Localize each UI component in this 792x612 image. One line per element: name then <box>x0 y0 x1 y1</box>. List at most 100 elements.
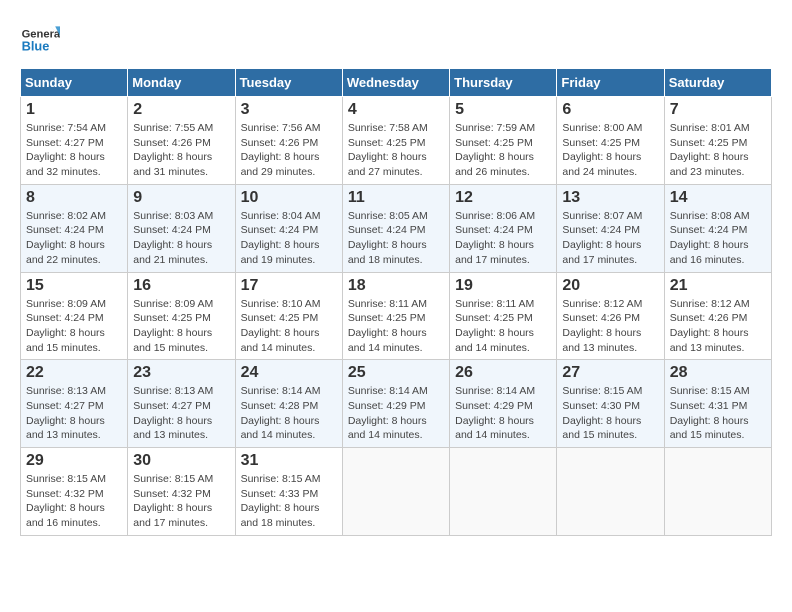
calendar-cell: 25 Sunrise: 8:14 AM Sunset: 4:29 PM Dayli… <box>342 360 449 448</box>
calendar-cell: 7 Sunrise: 8:01 AM Sunset: 4:25 PM Daylig… <box>664 97 771 185</box>
weekday-tuesday: Tuesday <box>235 69 342 97</box>
day-number: 25 <box>348 364 444 382</box>
calendar-body: 1 Sunrise: 7:54 AM Sunset: 4:27 PM Daylig… <box>21 97 772 536</box>
day-info: Sunrise: 8:01 AM Sunset: 4:25 PM Dayligh… <box>670 121 766 180</box>
day-info: Sunrise: 8:14 AM Sunset: 4:28 PM Dayligh… <box>241 384 337 443</box>
day-number: 4 <box>348 101 444 119</box>
weekday-friday: Friday <box>557 69 664 97</box>
day-info: Sunrise: 7:55 AM Sunset: 4:26 PM Dayligh… <box>133 121 229 180</box>
day-number: 11 <box>348 189 444 207</box>
day-info: Sunrise: 8:13 AM Sunset: 4:27 PM Dayligh… <box>26 384 122 443</box>
week-row-2: 15 Sunrise: 8:09 AM Sunset: 4:24 PM Dayli… <box>21 272 772 360</box>
day-info: Sunrise: 8:11 AM Sunset: 4:25 PM Dayligh… <box>455 297 551 356</box>
calendar-cell: 31 Sunrise: 8:15 AM Sunset: 4:33 PM Dayli… <box>235 448 342 536</box>
calendar-cell: 26 Sunrise: 8:14 AM Sunset: 4:29 PM Dayli… <box>450 360 557 448</box>
day-number: 12 <box>455 189 551 207</box>
calendar-cell: 22 Sunrise: 8:13 AM Sunset: 4:27 PM Dayli… <box>21 360 128 448</box>
svg-text:Blue: Blue <box>22 38 50 53</box>
day-info: Sunrise: 8:04 AM Sunset: 4:24 PM Dayligh… <box>241 209 337 268</box>
day-number: 9 <box>133 189 229 207</box>
day-number: 5 <box>455 101 551 119</box>
day-info: Sunrise: 8:14 AM Sunset: 4:29 PM Dayligh… <box>455 384 551 443</box>
day-info: Sunrise: 8:15 AM Sunset: 4:33 PM Dayligh… <box>241 472 337 531</box>
calendar-cell <box>342 448 449 536</box>
calendar-cell <box>557 448 664 536</box>
day-number: 16 <box>133 277 229 295</box>
day-info: Sunrise: 8:15 AM Sunset: 4:30 PM Dayligh… <box>562 384 658 443</box>
day-number: 28 <box>670 364 766 382</box>
calendar-cell: 12Sunrise: 8:06 AM Sunset: 4:24 PM Dayli… <box>450 184 557 272</box>
calendar-cell: 3Sunrise: 7:56 AM Sunset: 4:26 PM Daylig… <box>235 97 342 185</box>
calendar-cell: 17 Sunrise: 8:10 AM Sunset: 4:25 PM Dayli… <box>235 272 342 360</box>
weekday-sunday: Sunday <box>21 69 128 97</box>
calendar-cell: 30 Sunrise: 8:15 AM Sunset: 4:32 PM Dayli… <box>128 448 235 536</box>
day-number: 14 <box>670 189 766 207</box>
day-info: Sunrise: 8:10 AM Sunset: 4:25 PM Dayligh… <box>241 297 337 356</box>
week-row-3: 22 Sunrise: 8:13 AM Sunset: 4:27 PM Dayli… <box>21 360 772 448</box>
calendar-cell: 23Sunrise: 8:13 AM Sunset: 4:27 PM Dayli… <box>128 360 235 448</box>
day-number: 7 <box>670 101 766 119</box>
weekday-header-row: SundayMondayTuesdayWednesdayThursdayFrid… <box>21 69 772 97</box>
calendar-cell <box>664 448 771 536</box>
day-number: 10 <box>241 189 337 207</box>
day-number: 19 <box>455 277 551 295</box>
weekday-monday: Monday <box>128 69 235 97</box>
day-number: 26 <box>455 364 551 382</box>
calendar-cell: 5 Sunrise: 7:59 AM Sunset: 4:25 PM Daylig… <box>450 97 557 185</box>
day-info: Sunrise: 8:09 AM Sunset: 4:24 PM Dayligh… <box>26 297 122 356</box>
day-info: Sunrise: 8:08 AM Sunset: 4:24 PM Dayligh… <box>670 209 766 268</box>
day-number: 1 <box>26 101 122 119</box>
calendar-cell: 6Sunrise: 8:00 AM Sunset: 4:25 PM Daylig… <box>557 97 664 185</box>
day-info: Sunrise: 8:03 AM Sunset: 4:24 PM Dayligh… <box>133 209 229 268</box>
day-number: 3 <box>241 101 337 119</box>
day-info: Sunrise: 8:09 AM Sunset: 4:25 PM Dayligh… <box>133 297 229 356</box>
day-info: Sunrise: 8:11 AM Sunset: 4:25 PM Dayligh… <box>348 297 444 356</box>
calendar-cell: 13Sunrise: 8:07 AM Sunset: 4:24 PM Dayli… <box>557 184 664 272</box>
day-info: Sunrise: 8:02 AM Sunset: 4:24 PM Dayligh… <box>26 209 122 268</box>
day-info: Sunrise: 8:05 AM Sunset: 4:24 PM Dayligh… <box>348 209 444 268</box>
calendar-cell: 14 Sunrise: 8:08 AM Sunset: 4:24 PM Dayli… <box>664 184 771 272</box>
calendar-cell: 18Sunrise: 8:11 AM Sunset: 4:25 PM Dayli… <box>342 272 449 360</box>
day-number: 23 <box>133 364 229 382</box>
day-number: 22 <box>26 364 122 382</box>
calendar-cell: 15 Sunrise: 8:09 AM Sunset: 4:24 PM Dayli… <box>21 272 128 360</box>
calendar-cell: 20Sunrise: 8:12 AM Sunset: 4:26 PM Dayli… <box>557 272 664 360</box>
day-number: 31 <box>241 452 337 470</box>
weekday-thursday: Thursday <box>450 69 557 97</box>
day-number: 24 <box>241 364 337 382</box>
day-number: 30 <box>133 452 229 470</box>
calendar-cell: 2Sunrise: 7:55 AM Sunset: 4:26 PM Daylig… <box>128 97 235 185</box>
day-number: 13 <box>562 189 658 207</box>
calendar-cell: 9 Sunrise: 8:03 AM Sunset: 4:24 PM Daylig… <box>128 184 235 272</box>
day-info: Sunrise: 8:12 AM Sunset: 4:26 PM Dayligh… <box>670 297 766 356</box>
calendar-cell: 10 Sunrise: 8:04 AM Sunset: 4:24 PM Dayli… <box>235 184 342 272</box>
day-number: 20 <box>562 277 658 295</box>
calendar-cell: 24 Sunrise: 8:14 AM Sunset: 4:28 PM Dayli… <box>235 360 342 448</box>
calendar-cell: 29 Sunrise: 8:15 AM Sunset: 4:32 PM Dayli… <box>21 448 128 536</box>
day-number: 8 <box>26 189 122 207</box>
day-number: 21 <box>670 277 766 295</box>
page-header: General Blue <box>20 20 772 60</box>
day-info: Sunrise: 8:15 AM Sunset: 4:32 PM Dayligh… <box>133 472 229 531</box>
calendar-cell: 11 Sunrise: 8:05 AM Sunset: 4:24 PM Dayli… <box>342 184 449 272</box>
day-info: Sunrise: 8:15 AM Sunset: 4:32 PM Dayligh… <box>26 472 122 531</box>
day-info: Sunrise: 8:14 AM Sunset: 4:29 PM Dayligh… <box>348 384 444 443</box>
week-row-1: 8 Sunrise: 8:02 AM Sunset: 4:24 PM Daylig… <box>21 184 772 272</box>
calendar-table: SundayMondayTuesdayWednesdayThursdayFrid… <box>20 68 772 536</box>
calendar-cell: 19 Sunrise: 8:11 AM Sunset: 4:25 PM Dayli… <box>450 272 557 360</box>
calendar-cell: 1 Sunrise: 7:54 AM Sunset: 4:27 PM Daylig… <box>21 97 128 185</box>
weekday-wednesday: Wednesday <box>342 69 449 97</box>
calendar-cell <box>450 448 557 536</box>
calendar-cell: 4Sunrise: 7:58 AM Sunset: 4:25 PM Daylig… <box>342 97 449 185</box>
day-info: Sunrise: 7:54 AM Sunset: 4:27 PM Dayligh… <box>26 121 122 180</box>
calendar-cell: 21 Sunrise: 8:12 AM Sunset: 4:26 PM Dayli… <box>664 272 771 360</box>
day-info: Sunrise: 7:59 AM Sunset: 4:25 PM Dayligh… <box>455 121 551 180</box>
calendar-cell: 8 Sunrise: 8:02 AM Sunset: 4:24 PM Daylig… <box>21 184 128 272</box>
day-number: 15 <box>26 277 122 295</box>
day-number: 27 <box>562 364 658 382</box>
logo: General Blue <box>20 20 60 60</box>
weekday-saturday: Saturday <box>664 69 771 97</box>
day-number: 17 <box>241 277 337 295</box>
day-number: 29 <box>26 452 122 470</box>
week-row-4: 29 Sunrise: 8:15 AM Sunset: 4:32 PM Dayli… <box>21 448 772 536</box>
